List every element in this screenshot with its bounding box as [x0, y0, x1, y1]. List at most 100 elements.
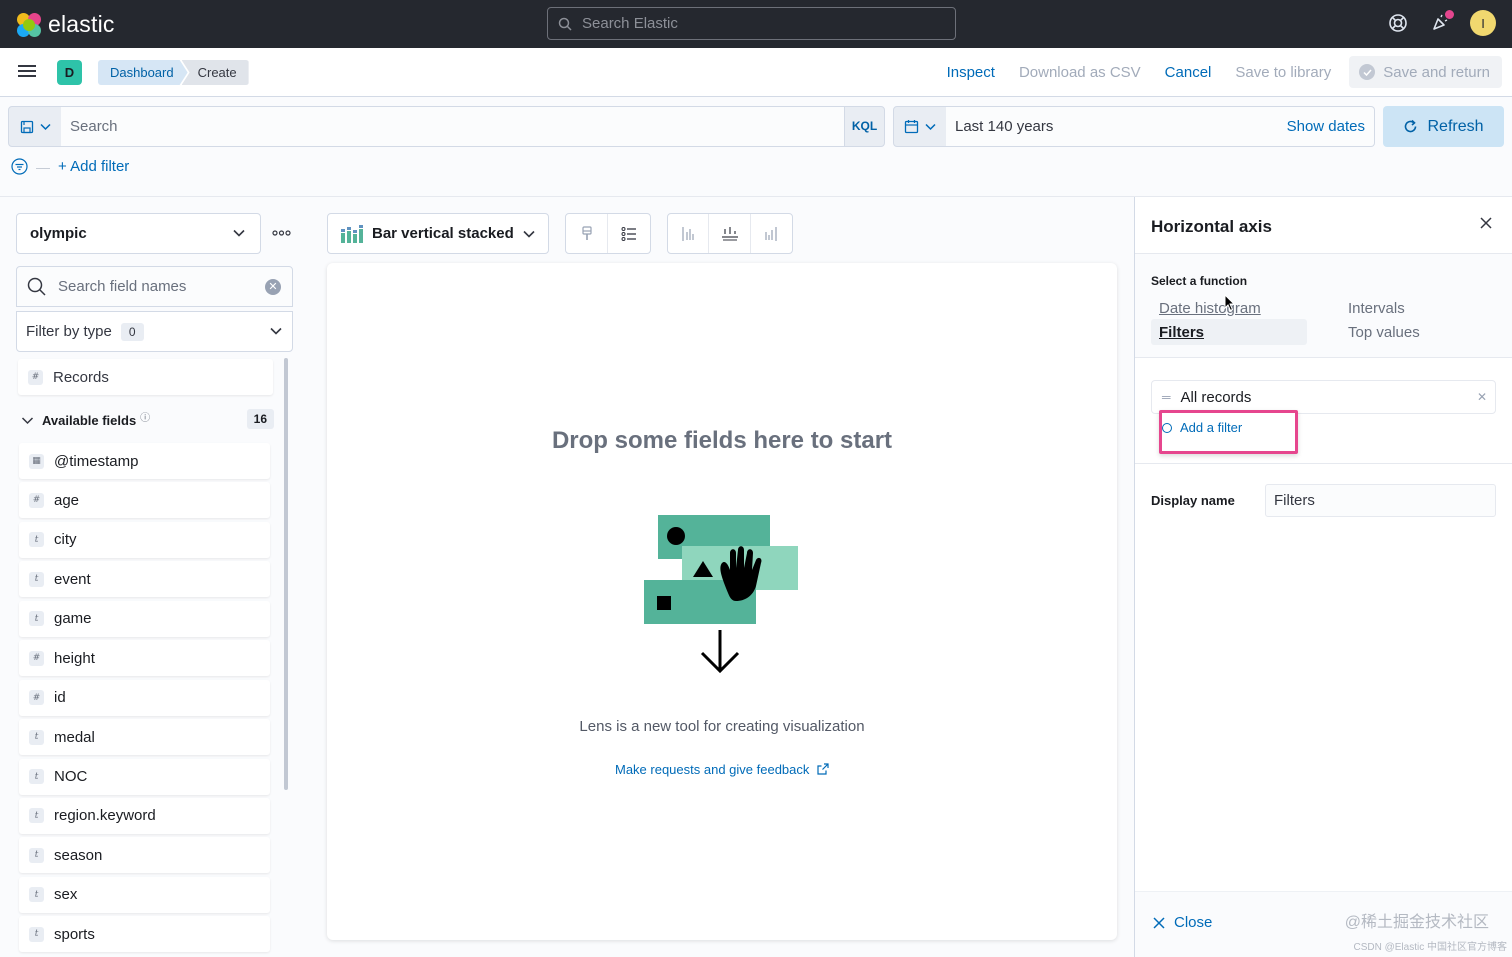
number-type-icon: #: [29, 650, 44, 666]
index-pattern-picker[interactable]: olympic: [16, 213, 261, 254]
axis-settings-group: [667, 213, 793, 254]
function-date-histogram[interactable]: Date histogram: [1159, 300, 1261, 317]
close-icon[interactable]: [1480, 217, 1492, 229]
filter-count-badge: 0: [120, 322, 144, 341]
watermark: @稀土掘金技术社区: [1344, 914, 1489, 931]
field-item[interactable]: # height: [19, 640, 270, 677]
field-list-scrollbar[interactable]: [284, 358, 288, 790]
clear-icon[interactable]: ✕: [265, 279, 281, 295]
string-type-icon: t: [29, 926, 44, 942]
chart-type-label: Bar vertical stacked: [372, 225, 514, 242]
space-avatar[interactable]: D: [57, 60, 82, 85]
field-item[interactable]: ▦ @timestamp: [19, 443, 270, 479]
field-name: event: [54, 570, 91, 588]
inspect-button[interactable]: Inspect: [947, 64, 995, 81]
drag-drop-illustration: [644, 515, 798, 674]
query-search-input[interactable]: Search: [61, 106, 845, 147]
date-quick-select-button[interactable]: [893, 106, 947, 147]
field-item[interactable]: t region.keyword: [19, 797, 270, 834]
menu-toggle-button[interactable]: [18, 62, 38, 82]
field-item[interactable]: # id: [19, 679, 270, 716]
bottom-axis-button[interactable]: [709, 214, 751, 253]
external-link-icon: [817, 763, 829, 775]
refresh-button[interactable]: Refresh: [1383, 106, 1504, 147]
field-name: region.keyword: [54, 807, 156, 825]
cancel-button[interactable]: Cancel: [1165, 64, 1212, 81]
field-item[interactable]: t game: [19, 600, 270, 637]
info-icon[interactable]: ⓘ: [140, 409, 150, 424]
chevron-down-icon: [233, 229, 245, 237]
user-avatar[interactable]: I: [1470, 10, 1496, 36]
app-header: D Dashboard Create Inspect Download as C…: [0, 48, 1512, 97]
lens-description: Lens is a new tool for creating visualiz…: [579, 718, 865, 735]
function-top-values[interactable]: Top values: [1348, 324, 1420, 341]
global-search-input[interactable]: Search Elastic: [547, 7, 956, 40]
list-icon: [621, 226, 636, 241]
more-options-icon[interactable]: [272, 226, 291, 243]
add-a-filter-button[interactable]: Add a filter: [1159, 410, 1298, 454]
saved-query-button[interactable]: [8, 106, 62, 147]
function-filters[interactable]: Filters: [1159, 324, 1204, 341]
notification-dot: [1445, 10, 1454, 19]
filter-separator: —: [36, 158, 50, 175]
string-type-icon: t: [29, 847, 44, 863]
display-name-label: Display name: [1151, 493, 1235, 508]
field-item[interactable]: t city: [19, 521, 270, 558]
elastic-logo[interactable]: elastic: [16, 11, 115, 38]
display-name-input[interactable]: Filters: [1265, 484, 1496, 517]
field-search-input[interactable]: Search field names ✕: [16, 266, 293, 307]
string-type-icon: t: [29, 808, 44, 824]
save-and-return-button[interactable]: Save and return: [1349, 56, 1502, 88]
number-type-icon: #: [28, 369, 43, 385]
field-item[interactable]: t event: [19, 561, 270, 598]
visual-options-button[interactable]: [566, 214, 608, 253]
field-name: season: [54, 846, 103, 864]
space-initial: D: [64, 65, 75, 80]
records-field[interactable]: # Records: [18, 359, 273, 395]
close-button[interactable]: Close: [1153, 914, 1212, 931]
check-icon: [1359, 64, 1376, 80]
right-axis-icon: [765, 226, 777, 241]
filter-by-type-label: Filter by type: [26, 323, 112, 340]
field-name: @timestamp: [54, 452, 139, 470]
flyout-title: Horizontal axis: [1151, 217, 1272, 236]
field-item[interactable]: # age: [19, 482, 270, 519]
chart-type-switcher[interactable]: Bar vertical stacked: [327, 213, 549, 254]
date-range-display[interactable]: Last 140 years Show dates: [946, 106, 1375, 147]
field-item[interactable]: t NOC: [19, 758, 270, 795]
help-icon[interactable]: [1386, 11, 1410, 35]
refresh-icon: [1405, 119, 1417, 133]
legend-button[interactable]: [608, 214, 650, 253]
field-name: medal: [54, 728, 95, 746]
add-filter-button[interactable]: + Add filter: [58, 158, 129, 175]
field-item[interactable]: t sports: [19, 916, 270, 953]
show-dates-button[interactable]: Show dates: [1287, 107, 1365, 146]
field-item[interactable]: t medal: [19, 719, 270, 756]
drag-handle-icon[interactable]: ═: [1162, 390, 1171, 404]
download-csv-button[interactable]: Download as CSV: [1019, 64, 1141, 81]
function-intervals[interactable]: Intervals: [1348, 300, 1405, 317]
left-axis-button[interactable]: [668, 214, 710, 253]
feedback-link[interactable]: Make requests and give feedback: [327, 762, 1117, 777]
available-fields-header[interactable]: Available fields ⓘ 16: [21, 409, 274, 431]
remove-filter-icon[interactable]: ✕: [1477, 390, 1487, 404]
field-name: game: [54, 610, 92, 628]
save-to-library-button[interactable]: Save to library: [1235, 64, 1331, 81]
dimension-editor-flyout: Horizontal axis Select a function Date h…: [1134, 197, 1512, 957]
right-axis-button[interactable]: [751, 214, 792, 253]
filter-item[interactable]: ═ All records ✕: [1151, 380, 1496, 414]
string-type-icon: t: [29, 769, 44, 784]
news-feed-icon[interactable]: [1428, 10, 1454, 35]
field-item[interactable]: t sex: [19, 876, 270, 913]
kql-language-button[interactable]: KQL: [844, 106, 885, 147]
filter-options-icon[interactable]: [11, 158, 28, 175]
search-icon: [27, 277, 46, 296]
chevron-down-icon: [523, 230, 535, 238]
workspace-panel[interactable]: Drop some fields here to start Lens is a…: [327, 263, 1117, 940]
filter-by-type-dropdown[interactable]: Filter by type 0: [16, 311, 293, 352]
field-item[interactable]: t season: [19, 837, 270, 874]
breadcrumb-dashboard[interactable]: Dashboard: [98, 60, 188, 85]
field-name: sports: [54, 925, 95, 943]
field-name: sex: [54, 886, 78, 904]
left-axis-icon: [682, 226, 694, 241]
